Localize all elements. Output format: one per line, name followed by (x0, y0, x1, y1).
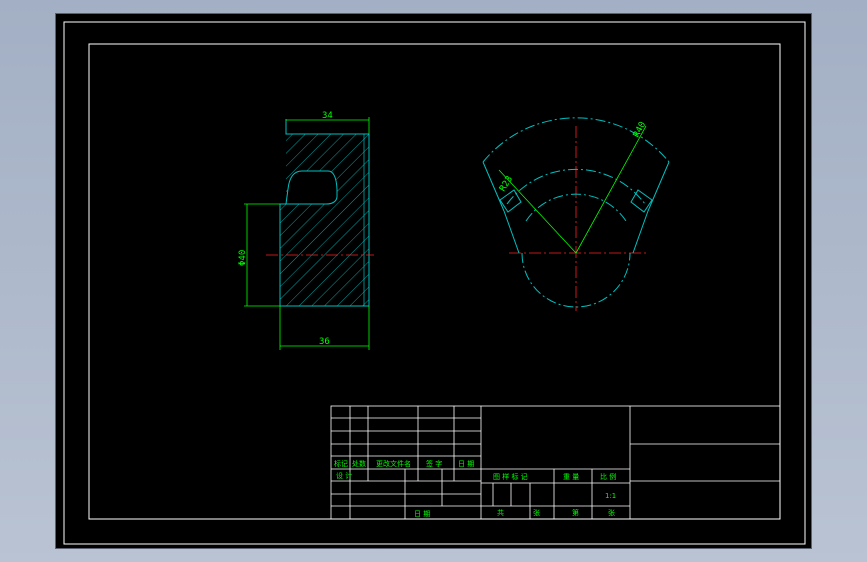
dim-bottom-label: 36 (319, 337, 330, 347)
tb-col-signature: 签 字 (426, 459, 442, 468)
dim-r40-label: R40 (632, 120, 648, 139)
section-view: 34 Φ40 36 (238, 111, 374, 350)
tb-row-date: 日 期 (414, 510, 430, 518)
drawing-sheet: 34 Φ40 36 R40 R23 标记 处数 更改文件名 签 字 日 期 设 … (55, 13, 812, 549)
tb-weight: 重 量 (563, 473, 579, 481)
tb-scale-value: 1:1 (605, 492, 616, 500)
dim-left-label: Φ40 (238, 250, 248, 266)
sector-right-outer (647, 161, 670, 212)
leader-r40 (575, 125, 647, 254)
tb-sheet: 张 (533, 508, 540, 517)
section-hatch (280, 134, 369, 306)
tb-stage-mark: 图 样 标 记 (493, 472, 528, 481)
groove-outline (285, 170, 338, 205)
front-view: R40 R23 (482, 117, 670, 311)
tb-sheet2: 张 (608, 508, 615, 517)
tb-col-date: 日 期 (458, 460, 474, 468)
title-block-text: 标记 处数 更改文件名 签 字 日 期 设 计 日 期 图 样 标 记 重 量 … (334, 459, 616, 518)
tb-col-count: 处数 (352, 459, 366, 468)
tb-scale: 比 例 (600, 472, 616, 481)
dim-top-label: 34 (322, 111, 333, 121)
cad-drawing-canvas: 34 Φ40 36 R40 R23 标记 处数 更改文件名 签 字 日 期 设 … (63, 21, 806, 545)
tb-page: 第 (572, 508, 579, 517)
tb-row-design: 设 计 (336, 471, 352, 480)
inner-frame (88, 43, 781, 520)
tb-total: 共 (497, 508, 504, 517)
tb-col-change-doc: 更改文件名 (376, 459, 411, 468)
tb-col-marks: 标记 (334, 459, 348, 468)
